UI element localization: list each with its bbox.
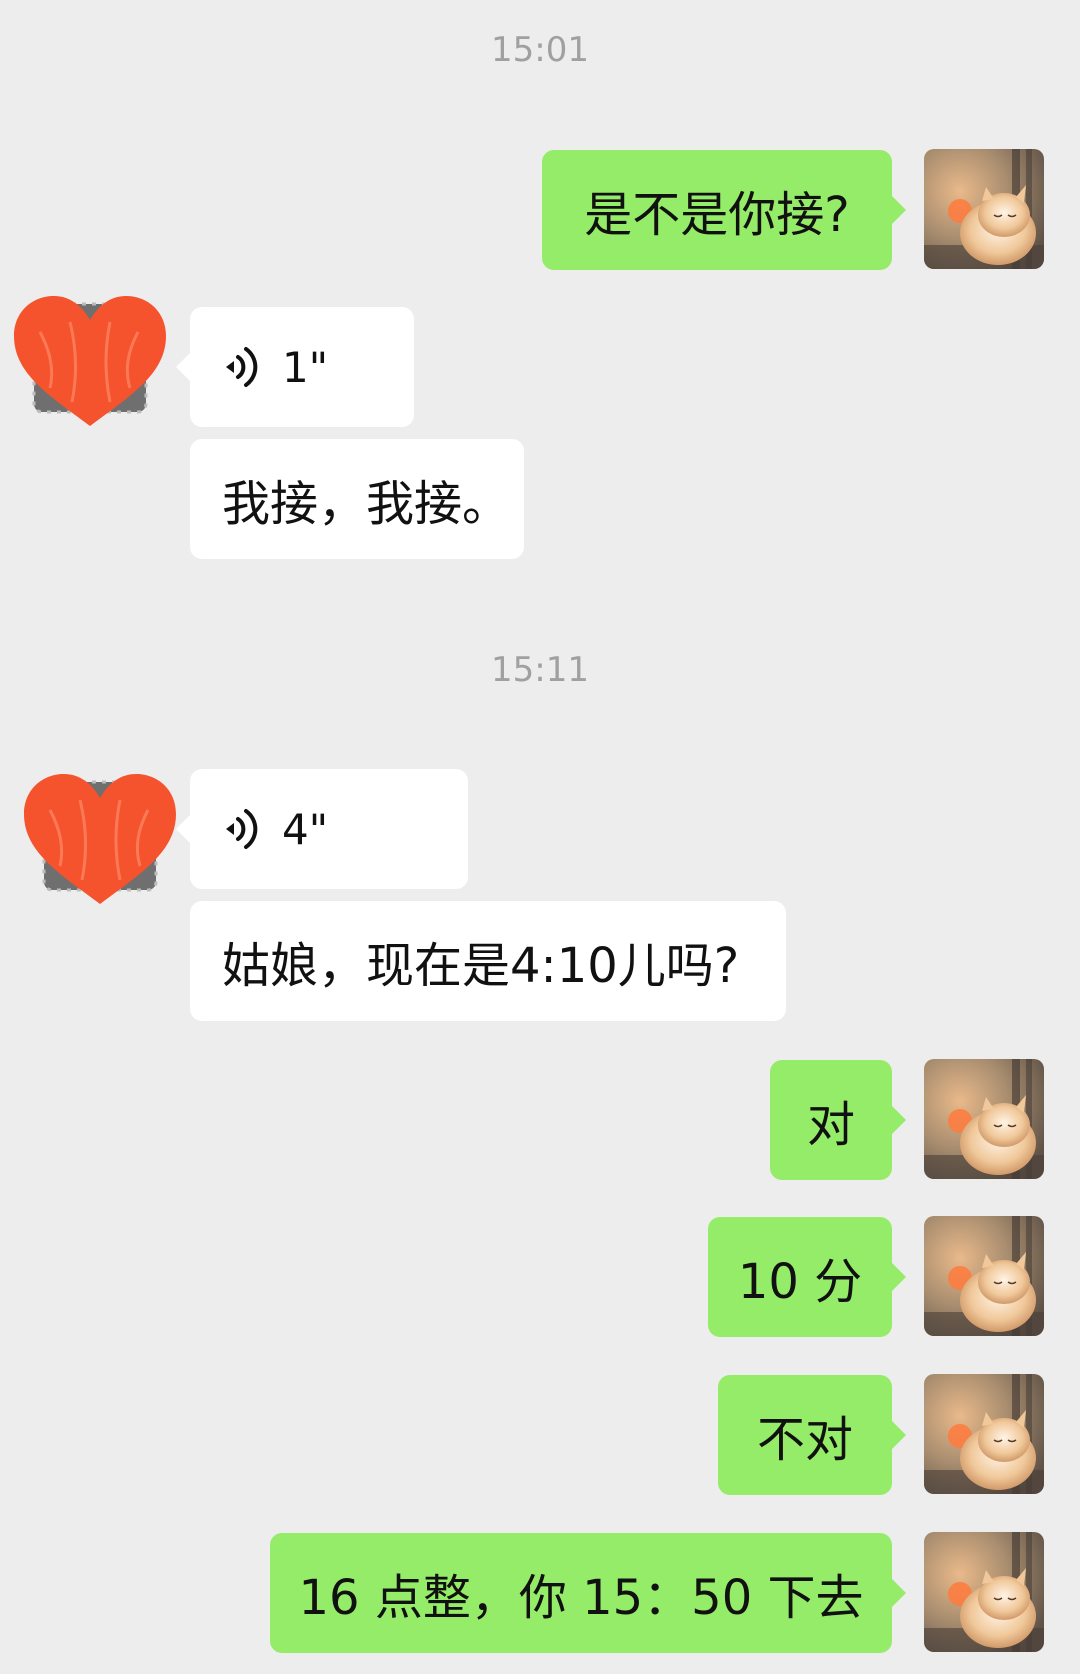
self-avatar-icon[interactable]: [924, 149, 1044, 269]
message-text: 16 点整，你 15：50 下去: [298, 1570, 864, 1626]
message-text: 是不是你接?: [584, 187, 850, 243]
self-avatar-icon[interactable]: [924, 1059, 1044, 1179]
self-avatar-icon[interactable]: [924, 1374, 1044, 1494]
heart-scribble-avatar-icon[interactable]: [20, 770, 180, 910]
message-bubble-outgoing[interactable]: 10 分: [708, 1217, 906, 1337]
message-text: 10 分: [737, 1254, 863, 1310]
self-avatar-icon[interactable]: [924, 1532, 1044, 1652]
message-bubble-outgoing[interactable]: 对: [770, 1060, 906, 1180]
timestamp: 15:01: [491, 30, 589, 70]
heart-scribble-avatar-icon[interactable]: [10, 292, 170, 432]
voice-duration: 4": [282, 804, 329, 854]
message-bubble-incoming[interactable]: 姑娘，现在是4:10儿吗?: [190, 901, 786, 1021]
message-bubble-outgoing[interactable]: 16 点整，你 15：50 下去: [270, 1533, 906, 1653]
self-avatar-icon[interactable]: [924, 1216, 1044, 1336]
voice-message-bubble[interactable]: 4": [176, 769, 468, 889]
voice-message-bubble[interactable]: 1": [176, 307, 414, 427]
message-text: 姑娘，现在是4:10儿吗?: [222, 938, 740, 994]
voice-duration: 1": [282, 342, 329, 392]
message-bubble-outgoing[interactable]: 不对: [718, 1375, 906, 1495]
timestamp: 15:11: [491, 650, 589, 690]
message-text: 不对: [756, 1412, 853, 1468]
message-bubble-outgoing[interactable]: 是不是你接?: [542, 150, 906, 270]
message-text: 对: [806, 1097, 855, 1153]
message-text: 我接，我接。: [222, 476, 511, 532]
message-bubble-incoming[interactable]: 我接，我接。: [190, 439, 524, 559]
voice-wave-icon: [222, 803, 262, 855]
voice-wave-icon: [222, 341, 262, 393]
